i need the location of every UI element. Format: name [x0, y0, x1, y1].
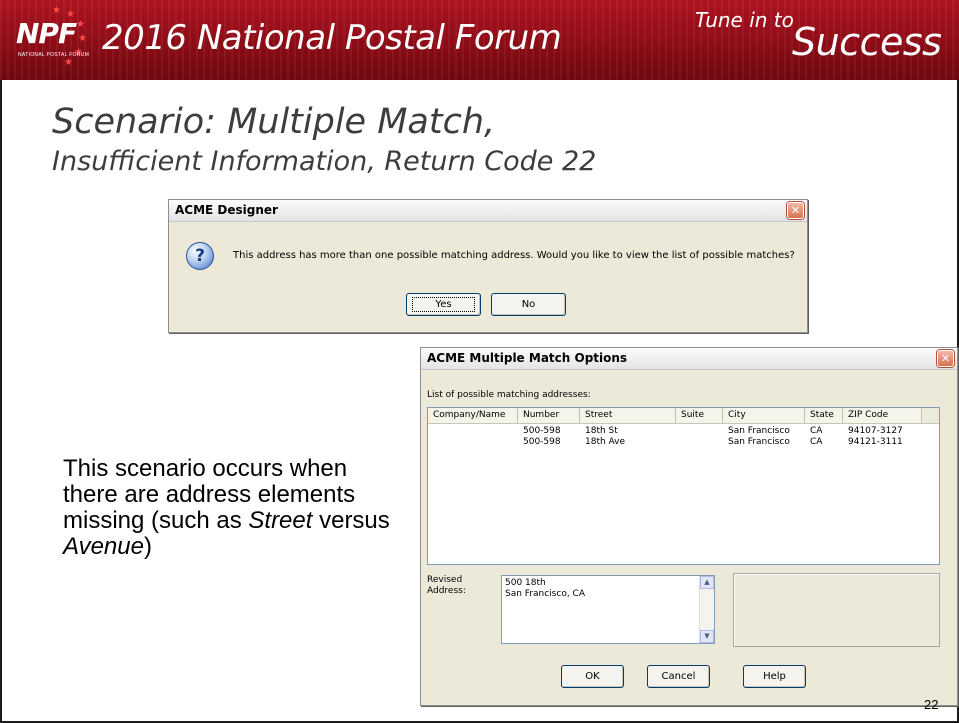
dialog-titlebar[interactable]: ACME Multiple Match Options ✕ — [421, 348, 957, 370]
header-banner: ★ ★ ★ ★ ★ ★ NPF NATIONAL POSTAL FORUM 20… — [0, 0, 959, 80]
column-header-city[interactable]: City — [723, 408, 805, 423]
body-text-part: versus — [312, 507, 390, 534]
star-icon: ★ — [64, 57, 73, 68]
cell-number: 500-598 — [523, 437, 561, 447]
npf-logo: ★ ★ ★ ★ ★ ★ NPF NATIONAL POSTAL FORUM — [12, 4, 94, 70]
cell-zip: 94121-3111 — [848, 437, 903, 447]
slide-title-line2: Insufficient Information, Return Code 22 — [52, 146, 597, 177]
help-button[interactable]: Help — [743, 665, 806, 688]
column-header-street[interactable]: Street — [580, 408, 676, 423]
list-label: List of possible matching addresses: — [427, 390, 591, 400]
tagline-large: Success — [792, 20, 942, 64]
dialog-titlebar[interactable]: ACME Designer ✕ — [169, 200, 807, 222]
cell-street: 18th St — [585, 426, 618, 436]
cell-city: San Francisco — [728, 426, 790, 436]
logo-text: NPF — [16, 17, 77, 50]
star-icon: ★ — [52, 5, 61, 16]
slide-body-text: This scenario occurs when there are addr… — [63, 456, 403, 560]
revised-address-line2: San Francisco, CA — [505, 589, 585, 599]
star-icon: ★ — [76, 19, 85, 30]
event-title: 2016 National Postal Forum — [102, 18, 562, 58]
multiple-match-dialog: ACME Multiple Match Options ✕ List of po… — [420, 347, 958, 706]
logo-subtext: NATIONAL POSTAL FORUM — [18, 52, 90, 58]
revised-address-line1: 500 18th — [505, 578, 546, 588]
revised-address-textarea[interactable]: 500 18th San Francisco, CA ▲ ▼ — [501, 575, 715, 644]
yes-button[interactable]: Yes — [406, 293, 481, 316]
body-text-part: ) — [143, 533, 152, 560]
no-button[interactable]: No — [491, 293, 566, 316]
list-header: Company/Name Number Street Suite City St… — [428, 408, 939, 424]
cell-street: 18th Ave — [585, 437, 626, 447]
cell-zip: 94107-3127 — [848, 426, 903, 436]
star-icon: ★ — [78, 33, 87, 44]
revised-label-line2: Address: — [427, 586, 466, 596]
scroll-down-icon[interactable]: ▼ — [700, 630, 714, 643]
cell-state: CA — [810, 426, 823, 436]
scroll-up-icon[interactable]: ▲ — [700, 576, 714, 589]
ok-button[interactable]: OK — [561, 665, 624, 688]
column-header-state[interactable]: State — [805, 408, 843, 423]
dialog-title: ACME Designer — [175, 203, 278, 217]
acme-designer-dialog: ACME Designer ✕ ? This address has more … — [168, 199, 808, 333]
matches-listview[interactable]: Company/Name Number Street Suite City St… — [427, 407, 940, 565]
body-text-avenue: Avenue — [63, 533, 144, 560]
column-header-company[interactable]: Company/Name — [428, 408, 518, 423]
column-header-suite[interactable]: Suite — [676, 408, 723, 423]
revised-address-label: Revised Address: — [427, 575, 466, 597]
page-number: 22 — [924, 697, 939, 712]
column-header-zip[interactable]: ZIP Code — [843, 408, 922, 423]
slide-title-line1: Scenario: Multiple Match, — [52, 102, 496, 142]
revised-label-line1: Revised — [427, 575, 463, 585]
tagline-small: Tune in to — [695, 8, 794, 32]
dialog-title: ACME Multiple Match Options — [427, 351, 628, 365]
cell-state: CA — [810, 437, 823, 447]
cancel-button[interactable]: Cancel — [647, 665, 710, 688]
body-text-street: Street — [248, 507, 313, 534]
scrollbar[interactable]: ▲ ▼ — [699, 576, 714, 643]
cell-city: San Francisco — [728, 437, 790, 447]
revised-address-text: 500 18th San Francisco, CA — [505, 578, 585, 600]
column-header-number[interactable]: Number — [518, 408, 580, 423]
info-panel — [733, 573, 940, 647]
dialog-message: This address has more than one possible … — [233, 250, 795, 261]
yes-button-label: Yes — [412, 297, 475, 312]
close-icon[interactable]: ✕ — [937, 350, 954, 367]
cell-number: 500-598 — [523, 426, 561, 436]
question-icon: ? — [186, 242, 214, 270]
close-icon[interactable]: ✕ — [787, 202, 804, 219]
